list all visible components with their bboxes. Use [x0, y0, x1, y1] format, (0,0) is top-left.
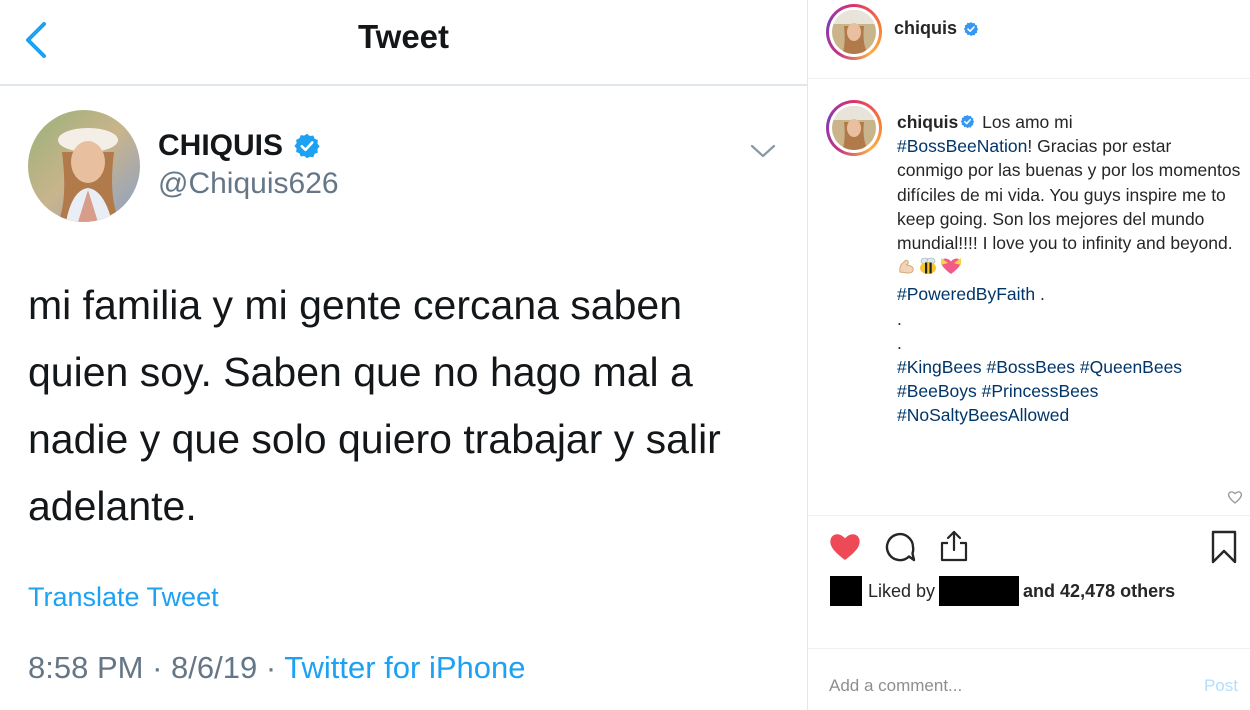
story-ring[interactable]	[826, 4, 882, 60]
divider	[808, 515, 1250, 516]
tweet-metadata: 8:58 PM · 8/6/19 · Twitter for iPhone	[28, 650, 525, 686]
flexed-biceps-icon	[897, 256, 917, 282]
hashtag-links[interactable]: #NoSaltyBeesAllowed	[897, 405, 1069, 425]
likes-summary[interactable]: Liked by and 42,478 others	[830, 576, 1175, 606]
like-comment-heart-icon[interactable]	[1227, 490, 1243, 504]
chevron-down-icon[interactable]	[749, 142, 777, 160]
verified-icon	[294, 133, 320, 159]
tweet-date: 8/6/19	[171, 650, 258, 685]
meta-separator: ·	[152, 650, 163, 685]
heart-ribbon-icon	[939, 256, 963, 282]
redacted-avatar	[830, 576, 862, 606]
caption-intro: Los amo mi	[982, 112, 1073, 132]
avatar[interactable]	[28, 110, 140, 222]
tweet-line: quien soy. Saben que no hago mal a	[28, 349, 693, 395]
user-handle[interactable]: @Chiquis626	[158, 167, 339, 201]
username[interactable]: chiquis	[894, 18, 957, 39]
comment-input[interactable]: Add a comment...	[829, 676, 962, 696]
caption-text: .	[897, 332, 902, 353]
hashtag-links[interactable]: #BeeBoys #PrincessBees	[897, 381, 1098, 401]
redacted-username	[939, 576, 1020, 606]
comment-bar: Add a comment... Post	[808, 648, 1250, 710]
translate-tweet-link[interactable]: Translate Tweet	[28, 582, 219, 613]
bookmark-icon[interactable]	[1209, 530, 1239, 564]
caption-username[interactable]: chiquis	[897, 112, 958, 132]
post-button[interactable]: Post	[1204, 676, 1238, 696]
bee-icon	[917, 256, 939, 282]
heart-icon[interactable]	[828, 530, 862, 562]
tweet-line: adelante.	[28, 483, 197, 529]
liked-by-label: Liked by	[868, 580, 936, 601]
tweet-header: Tweet	[0, 0, 807, 86]
avatar	[832, 106, 876, 150]
post-caption: chiquis Los amo mi #BossBeeNation! Graci…	[897, 110, 1242, 428]
caption-text: .	[897, 308, 902, 329]
tweet-line: mi familia y mi gente cercana saben	[28, 282, 683, 328]
verified-icon	[963, 21, 979, 36]
avatar	[832, 10, 876, 54]
display-name[interactable]: CHIQUIS	[158, 129, 283, 163]
hashtag-link[interactable]: #PoweredByFaith	[897, 284, 1035, 304]
verified-icon	[961, 114, 975, 129]
share-icon[interactable]	[937, 528, 971, 564]
comment-icon[interactable]	[883, 530, 917, 564]
tweet-text: mi familia y mi gente cercana saben quie…	[28, 272, 788, 540]
tweet-time: 8:58 PM	[28, 650, 144, 685]
post-header: chiquis	[808, 0, 1250, 79]
tweet-source-link[interactable]: Twitter for iPhone	[284, 650, 525, 685]
tweet-panel: Tweet CHIQUIS @Chiquis626 mi familia y m	[0, 0, 807, 710]
hashtag-links[interactable]: #KingBees #BossBees #QueenBees	[897, 357, 1182, 377]
tweet-line: nadie y que solo quiero trabajar y salir	[28, 416, 721, 462]
tweet-author[interactable]: CHIQUIS	[158, 126, 321, 166]
caption-text: .	[1035, 284, 1045, 305]
page-title: Tweet	[357, 18, 450, 55]
hashtag-link[interactable]: #BossBeeNation	[897, 136, 1027, 156]
instagram-panel: chiquis chiquis Los amo mi #BossBeeNatio…	[808, 0, 1250, 710]
likes-count[interactable]: and 42,478 others	[1023, 581, 1175, 602]
meta-separator: ·	[265, 650, 277, 685]
caption-avatar[interactable]	[826, 100, 882, 156]
post-author[interactable]: chiquis	[894, 18, 979, 39]
